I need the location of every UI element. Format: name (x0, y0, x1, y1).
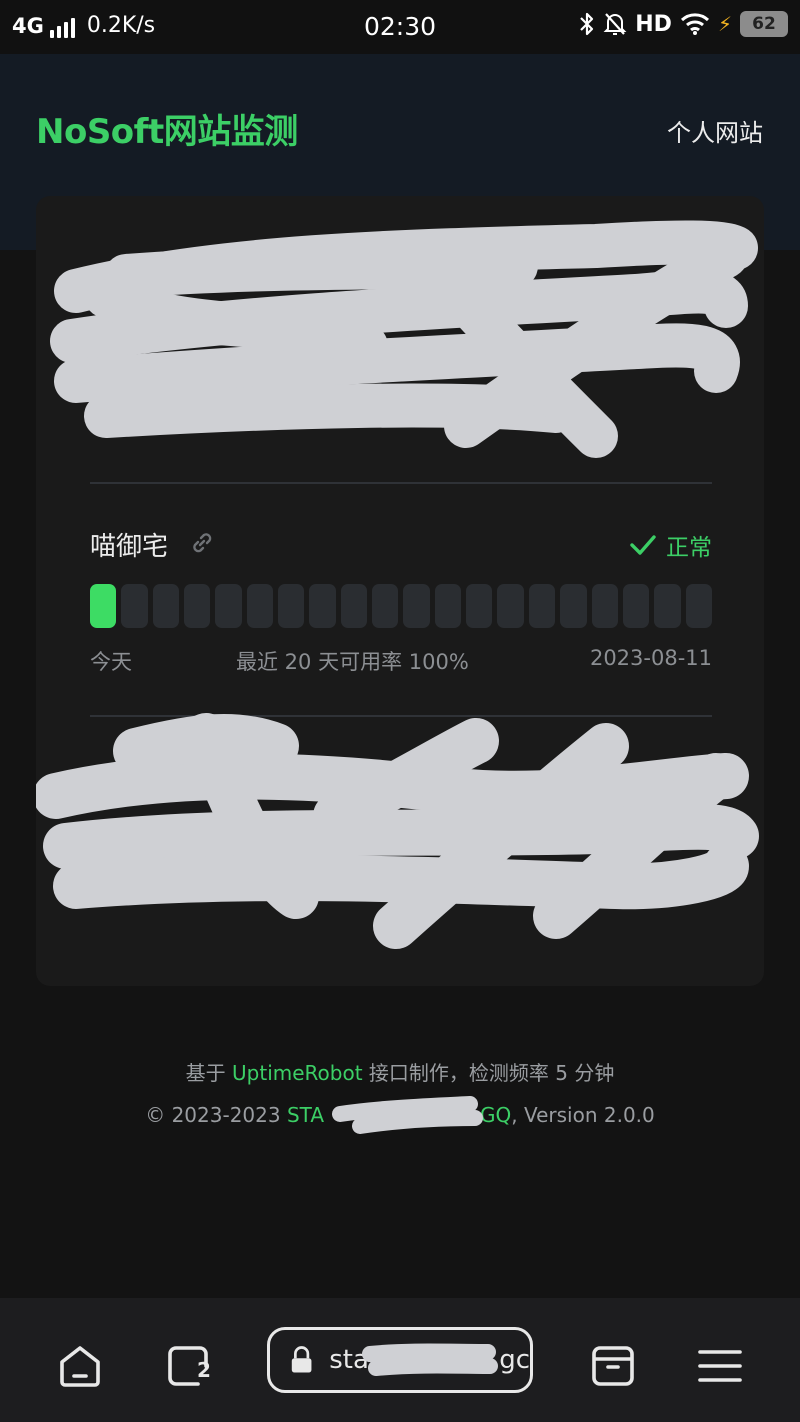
bookmarks-icon (592, 1346, 634, 1386)
footer-credit: 基于 UptimeRobot 接口制作，检测频率 5 分钟 (0, 1057, 800, 1086)
monitor-date: 2023-08-11 (589, 646, 712, 670)
uptimerobot-link[interactable]: UptimeRobot (232, 1061, 363, 1085)
bookmarks-button[interactable] (585, 1338, 641, 1394)
uptime-day-bar[interactable] (591, 584, 618, 628)
footer-credit-prefix: 基于 (185, 1061, 233, 1085)
lock-icon (291, 1346, 312, 1373)
redacted-footer-site (332, 1096, 483, 1134)
mute-bell-icon (603, 13, 627, 35)
uptime-day-bar[interactable] (278, 584, 305, 628)
battery-icon: 62 (740, 11, 788, 37)
uptime-day-bar[interactable] (654, 584, 681, 628)
uptime-day-bar[interactable] (466, 584, 493, 628)
uptime-day-bar[interactable] (434, 584, 462, 628)
uptime-day-bar[interactable] (121, 584, 148, 628)
today-label: 今天 (90, 650, 132, 674)
charging-icon: ⚡ (717, 12, 732, 36)
wifi-icon (680, 13, 709, 35)
uptime-day-bar[interactable] (340, 584, 368, 628)
link-icon[interactable] (189, 530, 215, 556)
home-icon (60, 1346, 100, 1387)
home-button[interactable] (52, 1338, 108, 1394)
status-bar: 4G 0.2K/s 02:30 HD ⚡ 62 (0, 0, 800, 54)
personal-website-link[interactable]: 个人网站 (667, 113, 763, 148)
menu-button[interactable] (692, 1338, 748, 1394)
uptime-day-bar[interactable] (560, 584, 587, 628)
menu-icon (698, 1350, 742, 1382)
uptime-day-bar[interactable] (215, 584, 242, 628)
redacted-monitor-1 (50, 220, 758, 458)
redacted-monitor-3 (36, 713, 759, 949)
uptime-summary: 最近 20 天可用率 100% (236, 650, 469, 674)
hd-indicator: HD (635, 11, 672, 37)
footer-credit-suffix: 接口制作，检测频率 5 分钟 (362, 1061, 615, 1085)
redacted-url-scribble (362, 1343, 498, 1376)
uptime-day-bar[interactable] (622, 584, 650, 628)
bluetooth-icon (580, 12, 594, 36)
uptime-day-bar[interactable] (90, 584, 117, 628)
monitor-card: 喵御宅 正常 今天 最近 20 天可用率 100% 2023-08-11 (36, 196, 764, 986)
check-icon (630, 535, 656, 555)
status-text: 正常 (666, 535, 712, 561)
url-text-end: gc (499, 1345, 530, 1375)
status-right: HD ⚡ 62 (579, 11, 788, 37)
battery-level: 62 (752, 14, 776, 34)
browser-toolbar: 2 sta gc (0, 1298, 800, 1422)
uptime-day-bar[interactable] (309, 584, 336, 628)
uptime-day-bar[interactable] (372, 584, 399, 628)
copyright-prefix: © 2023-2023 (145, 1103, 287, 1127)
uptime-day-bar[interactable] (528, 584, 556, 628)
divider (90, 482, 712, 484)
site-link-start[interactable]: STA (287, 1103, 324, 1127)
monitor-name: 喵御宅 (90, 532, 169, 562)
monitor-item: 喵御宅 正常 今天 最近 20 天可用率 100% 2023-08-11 (90, 526, 712, 674)
version-text: , Version 2.0.0 (511, 1103, 655, 1127)
uptime-day-bar[interactable] (403, 584, 430, 628)
uptime-day-bar[interactable] (246, 584, 274, 628)
uptime-day-bar[interactable] (184, 584, 211, 628)
uptime-day-bar[interactable] (685, 584, 712, 628)
uptime-bars (90, 584, 712, 628)
tab-count: 2 (197, 1358, 211, 1382)
site-title[interactable]: NoSoft网站监测 (36, 104, 298, 153)
monitor-status: 正常 (630, 528, 712, 562)
uptime-day-bar[interactable] (152, 584, 180, 628)
uptime-day-bar[interactable] (497, 584, 524, 628)
